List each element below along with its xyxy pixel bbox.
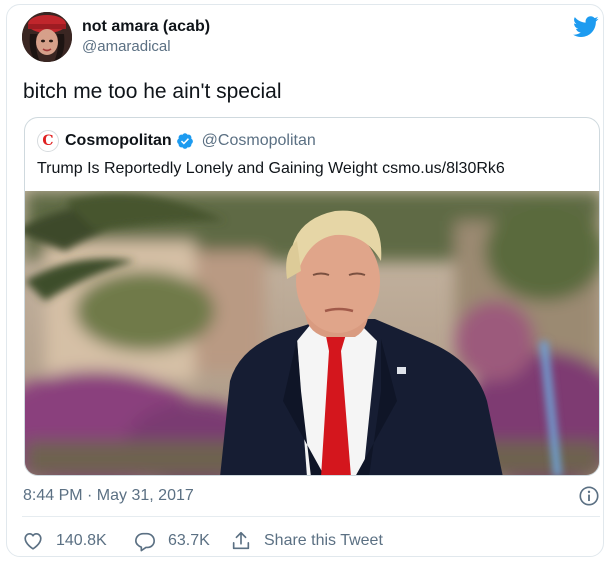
reply-icon — [135, 532, 155, 552]
share-button[interactable]: Share this Tweet — [230, 530, 383, 552]
verified-badge-icon — [176, 133, 193, 149]
author-info: not amara (acab) @amaradical — [82, 17, 210, 57]
reply-count: 63.7K — [168, 532, 210, 549]
tweet-timestamp[interactable]: 8:44 PM · May 31, 2017 — [23, 487, 194, 505]
twitter-bird-icon[interactable] — [573, 16, 599, 38]
heart-icon — [24, 533, 42, 550]
tweet-actions: 140.8K 63.7K Share this Tweet — [22, 528, 383, 554]
share-icon — [232, 531, 250, 550]
quoted-tweet[interactable]: C Cosmopolitan @Cosmopolitan Trump Is Re… — [24, 117, 600, 476]
quoted-handle[interactable]: @Cosmopolitan — [202, 132, 316, 150]
info-icon[interactable] — [578, 485, 600, 507]
tweet-text: bitch me too he ain't special — [23, 80, 282, 103]
author-handle[interactable]: @amaradical — [82, 37, 210, 57]
quoted-tweet-photo[interactable] — [25, 191, 600, 476]
cosmopolitan-logo-avatar[interactable]: C — [37, 130, 59, 152]
quoted-display-name[interactable]: Cosmopolitan — [65, 132, 172, 150]
divider — [22, 516, 600, 517]
like-button[interactable]: 140.8K — [22, 530, 134, 552]
like-count: 140.8K — [56, 532, 107, 549]
author-display-name[interactable]: not amara (acab) — [82, 17, 210, 37]
share-label: Share this Tweet — [264, 532, 383, 549]
author-avatar[interactable] — [22, 12, 72, 62]
reply-button[interactable]: 63.7K — [134, 530, 230, 552]
quoted-tweet-header: C Cosmopolitan @Cosmopolitan — [37, 130, 316, 152]
quoted-tweet-text: Trump Is Reportedly Lonely and Gaining W… — [37, 160, 505, 177]
